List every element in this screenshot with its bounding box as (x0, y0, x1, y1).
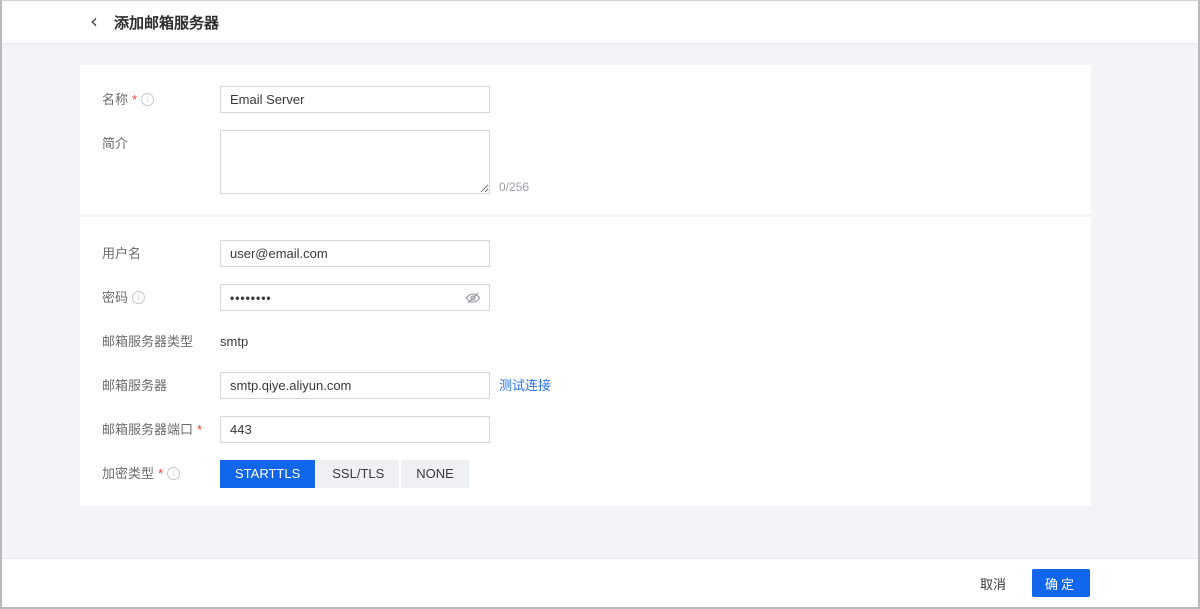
description-textarea[interactable] (220, 130, 490, 194)
basic-info-card: 名称 * i 简介 0/256 (80, 65, 1091, 214)
description-row: 简介 0/256 (80, 130, 1091, 194)
name-label: 名称 (102, 86, 128, 113)
server-type-control: smtp (220, 328, 248, 355)
port-control (220, 416, 490, 443)
username-control (220, 240, 490, 267)
cancel-button[interactable]: 取消 (980, 574, 1006, 593)
encryption-segmented-control: STARTTLS SSL/TLS NONE (220, 460, 469, 488)
encryption-label-group: 加密类型 * i (80, 460, 220, 487)
username-label: 用户名 (102, 240, 141, 267)
name-input[interactable] (220, 86, 490, 113)
name-control (220, 86, 490, 113)
encryption-control: STARTTLS SSL/TLS NONE (220, 460, 469, 488)
description-label: 简介 (102, 130, 128, 157)
username-input[interactable] (220, 240, 490, 267)
description-control: 0/256 (220, 130, 529, 194)
required-asterisk: * (197, 416, 202, 443)
description-label-group: 简介 (80, 130, 220, 157)
server-type-row: 邮箱服务器类型 smtp (80, 328, 1091, 355)
password-input[interactable] (220, 284, 490, 311)
eye-off-icon[interactable] (464, 289, 482, 307)
test-connection-link[interactable]: 测试连接 (499, 372, 551, 399)
server-label: 邮箱服务器 (102, 372, 167, 399)
username-row: 用户名 (80, 240, 1091, 267)
required-asterisk: * (158, 460, 163, 487)
required-asterisk: * (132, 86, 137, 113)
encryption-option-starttls[interactable]: STARTTLS (220, 460, 315, 488)
char-counter: 0/256 (499, 180, 529, 194)
info-icon[interactable]: i (141, 93, 154, 106)
server-label-group: 邮箱服务器 (80, 372, 220, 399)
confirm-button[interactable]: 确定 (1032, 569, 1090, 597)
encryption-option-ssltls[interactable]: SSL/TLS (317, 460, 399, 488)
password-label-group: 密码 i (80, 284, 220, 311)
server-control: 测试连接 (220, 372, 551, 399)
info-icon[interactable]: i (132, 291, 145, 304)
name-label-group: 名称 * i (80, 86, 220, 113)
footer-action-bar: 取消 确定 (2, 558, 1198, 607)
password-control (220, 284, 490, 311)
server-input[interactable] (220, 372, 490, 399)
form-content: 名称 * i 简介 0/256 (2, 44, 1198, 558)
password-field-wrapper (220, 284, 490, 311)
info-icon[interactable]: i (167, 467, 180, 480)
username-label-group: 用户名 (80, 240, 220, 267)
password-label: 密码 (102, 284, 128, 311)
back-icon[interactable]: ‹ (90, 11, 98, 31)
port-label-group: 邮箱服务器端口 * (80, 416, 220, 443)
port-label: 邮箱服务器端口 (102, 416, 193, 443)
server-settings-card: 用户名 密码 i (80, 217, 1091, 506)
name-row: 名称 * i (80, 86, 1091, 113)
server-row: 邮箱服务器 测试连接 (80, 372, 1091, 399)
server-type-value: smtp (220, 328, 248, 355)
page-header: ‹ 添加邮箱服务器 (2, 1, 1198, 44)
server-type-label: 邮箱服务器类型 (102, 328, 193, 355)
page-title: 添加邮箱服务器 (114, 12, 219, 33)
encryption-option-none[interactable]: NONE (401, 460, 469, 488)
encryption-label: 加密类型 (102, 460, 154, 487)
password-row: 密码 i (80, 284, 1091, 311)
encryption-row: 加密类型 * i STARTTLS SSL/TLS NONE (80, 460, 1091, 488)
add-mail-server-page: ‹ 添加邮箱服务器 名称 * i 简介 (0, 0, 1200, 609)
port-input[interactable] (220, 416, 490, 443)
port-row: 邮箱服务器端口 * (80, 416, 1091, 443)
server-type-label-group: 邮箱服务器类型 (80, 328, 220, 355)
